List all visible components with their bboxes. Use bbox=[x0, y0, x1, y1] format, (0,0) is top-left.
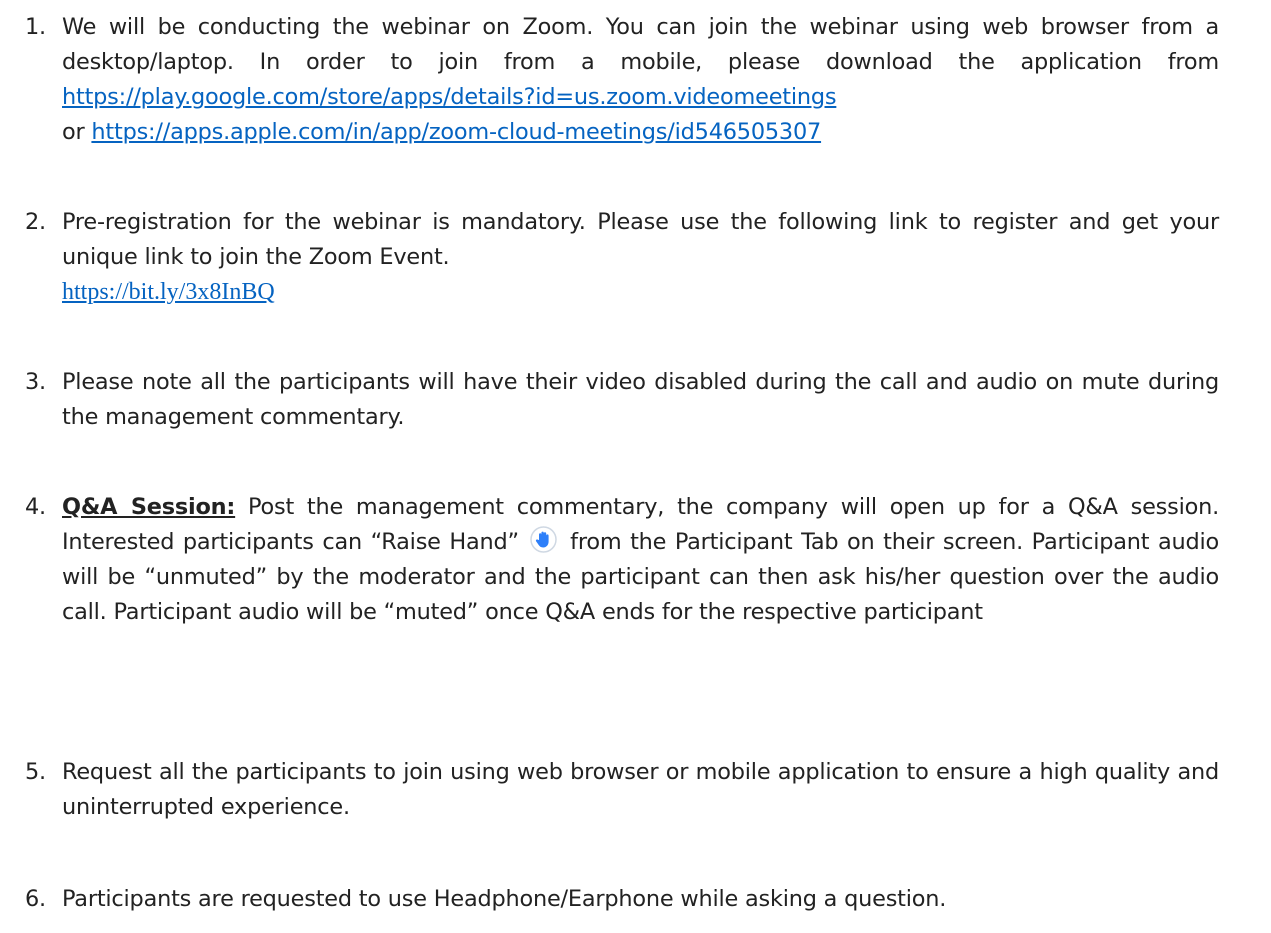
item-text: Please note all the participants will ha… bbox=[62, 369, 1219, 430]
item-number: 2. bbox=[25, 209, 46, 235]
item-number: 3. bbox=[25, 369, 46, 395]
app-store-link[interactable]: https://apps.apple.com/in/app/zoom-cloud… bbox=[91, 119, 821, 145]
qa-session-heading: Q&A Session: bbox=[62, 494, 236, 520]
item-text: We will be conducting the webinar on Zoo… bbox=[62, 14, 1219, 145]
item-text: Participants are requested to use Headph… bbox=[62, 886, 947, 912]
google-play-link[interactable]: https://play.google.com/store/apps/detai… bbox=[62, 84, 837, 110]
item-number: 1. bbox=[25, 14, 46, 40]
item-number: 4. bbox=[25, 494, 46, 520]
item-text: Pre-registration for the webinar is mand… bbox=[62, 209, 1219, 305]
raise-hand-icon bbox=[529, 526, 557, 553]
instructions-document: 1. We will be conducting the webinar on … bbox=[0, 0, 1271, 933]
item-number: 5. bbox=[25, 759, 46, 785]
item-text: Q&A Session: Post the management comment… bbox=[62, 494, 1219, 625]
item-number: 6. bbox=[25, 886, 46, 912]
registration-link[interactable]: https://bit.ly/3x8InBQ bbox=[62, 279, 275, 305]
item-text: Request all the participants to join usi… bbox=[62, 759, 1219, 820]
